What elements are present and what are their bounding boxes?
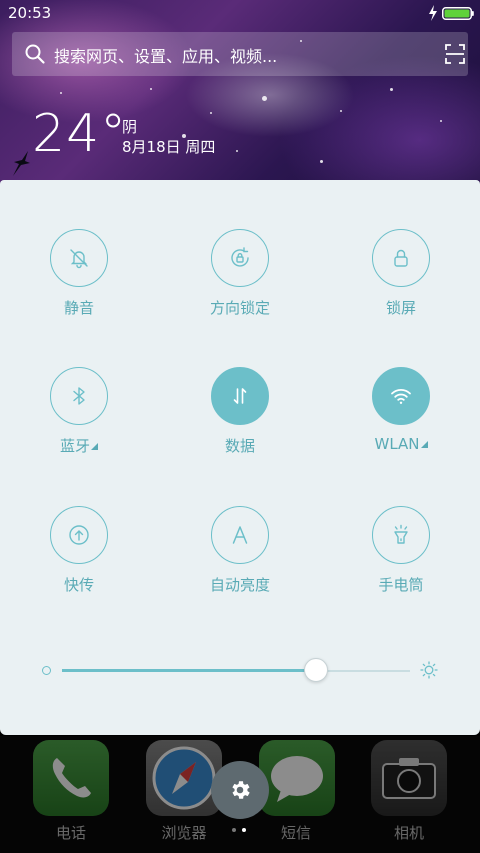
search-bar[interactable]: 搜索网页、设置、应用、视频... xyxy=(12,32,468,76)
toggle-wlan-label: WLAN xyxy=(341,435,461,453)
brightness-high-icon xyxy=(420,661,438,679)
lock-icon xyxy=(394,249,408,267)
rotation-lock-icon xyxy=(231,247,249,267)
wifi-icon xyxy=(391,389,411,404)
toggle-flashlight-label: 手电筒 xyxy=(378,576,424,594)
toggle-rotation-lock[interactable]: 方向锁定 xyxy=(180,229,300,339)
bird-icon xyxy=(13,151,30,176)
toggle-bluetooth-circle[interactable] xyxy=(50,367,108,425)
toggle-lock-screen-label: 锁屏 xyxy=(385,299,416,317)
menu-corner-icon xyxy=(91,443,98,450)
letter-a-icon xyxy=(232,526,248,544)
brightness-slider-fill xyxy=(62,669,317,672)
status-time: 20:53 xyxy=(8,4,52,22)
page-dot-active xyxy=(242,828,246,832)
toggle-silent-circle[interactable] xyxy=(50,229,108,287)
page-dot xyxy=(232,828,236,832)
toggle-lock-screen[interactable]: 锁屏 xyxy=(341,229,461,339)
toggle-mobile-data-label: 数据 xyxy=(224,437,255,455)
search-placeholder: 搜索网页、设置、应用、视频... xyxy=(54,47,278,66)
weather-date: 8月18日 周四 xyxy=(122,138,216,156)
toggle-wlan[interactable]: WLAN xyxy=(341,367,461,477)
bluetooth-icon xyxy=(73,387,85,405)
toggle-silent[interactable]: 静音 xyxy=(19,229,139,339)
weather-condition: 阴 xyxy=(122,118,138,136)
gear-icon xyxy=(232,781,250,799)
toggle-auto-brightness-label: 自动亮度 xyxy=(209,576,270,594)
toggle-auto-brightness-circle[interactable] xyxy=(211,506,269,564)
toggle-lock-screen-circle[interactable] xyxy=(372,229,430,287)
toggle-auto-brightness[interactable]: 自动亮度 xyxy=(180,506,300,616)
toggle-quick-transfer[interactable]: 快传 xyxy=(19,506,139,616)
status-bar: 20:53 xyxy=(0,0,480,28)
toggle-bluetooth-label: 蓝牙 xyxy=(19,435,139,456)
control-center-panel: 静音 方向锁定 锁屏 蓝牙 数据 WLAN 快传 自动亮度 手电筒 xyxy=(0,180,480,735)
settings-button[interactable] xyxy=(211,761,269,819)
toggle-flashlight[interactable]: 手电筒 xyxy=(341,506,461,616)
toggle-flashlight-circle[interactable] xyxy=(372,506,430,564)
toggle-rotation-lock-label: 方向锁定 xyxy=(209,299,270,317)
menu-corner-icon xyxy=(420,441,428,448)
brightness-slider-thumb[interactable] xyxy=(304,658,329,682)
toggle-mobile-data-circle[interactable] xyxy=(211,367,269,425)
battery-icon xyxy=(442,7,474,20)
toggle-bluetooth[interactable]: 蓝牙 xyxy=(19,367,139,477)
brightness-low-icon xyxy=(42,666,51,675)
charging-bolt-icon xyxy=(429,5,437,21)
upload-icon xyxy=(69,525,89,545)
data-arrows-icon xyxy=(233,388,247,404)
wallpaper xyxy=(0,0,480,200)
toggle-silent-label: 静音 xyxy=(63,299,94,317)
page-indicator xyxy=(232,828,248,834)
toggle-mobile-data[interactable]: 数据 xyxy=(180,367,300,477)
toggle-wlan-circle[interactable] xyxy=(372,367,430,425)
bell-off-icon xyxy=(70,249,88,269)
flashlight-icon xyxy=(394,524,408,544)
toggle-rotation-lock-circle[interactable] xyxy=(211,229,269,287)
weather-temperature: 24° xyxy=(32,104,128,164)
search-icon xyxy=(25,44,45,64)
toggle-quick-transfer-label: 快传 xyxy=(63,576,94,594)
scan-icon[interactable] xyxy=(444,43,466,65)
toggle-quick-transfer-circle[interactable] xyxy=(50,506,108,564)
